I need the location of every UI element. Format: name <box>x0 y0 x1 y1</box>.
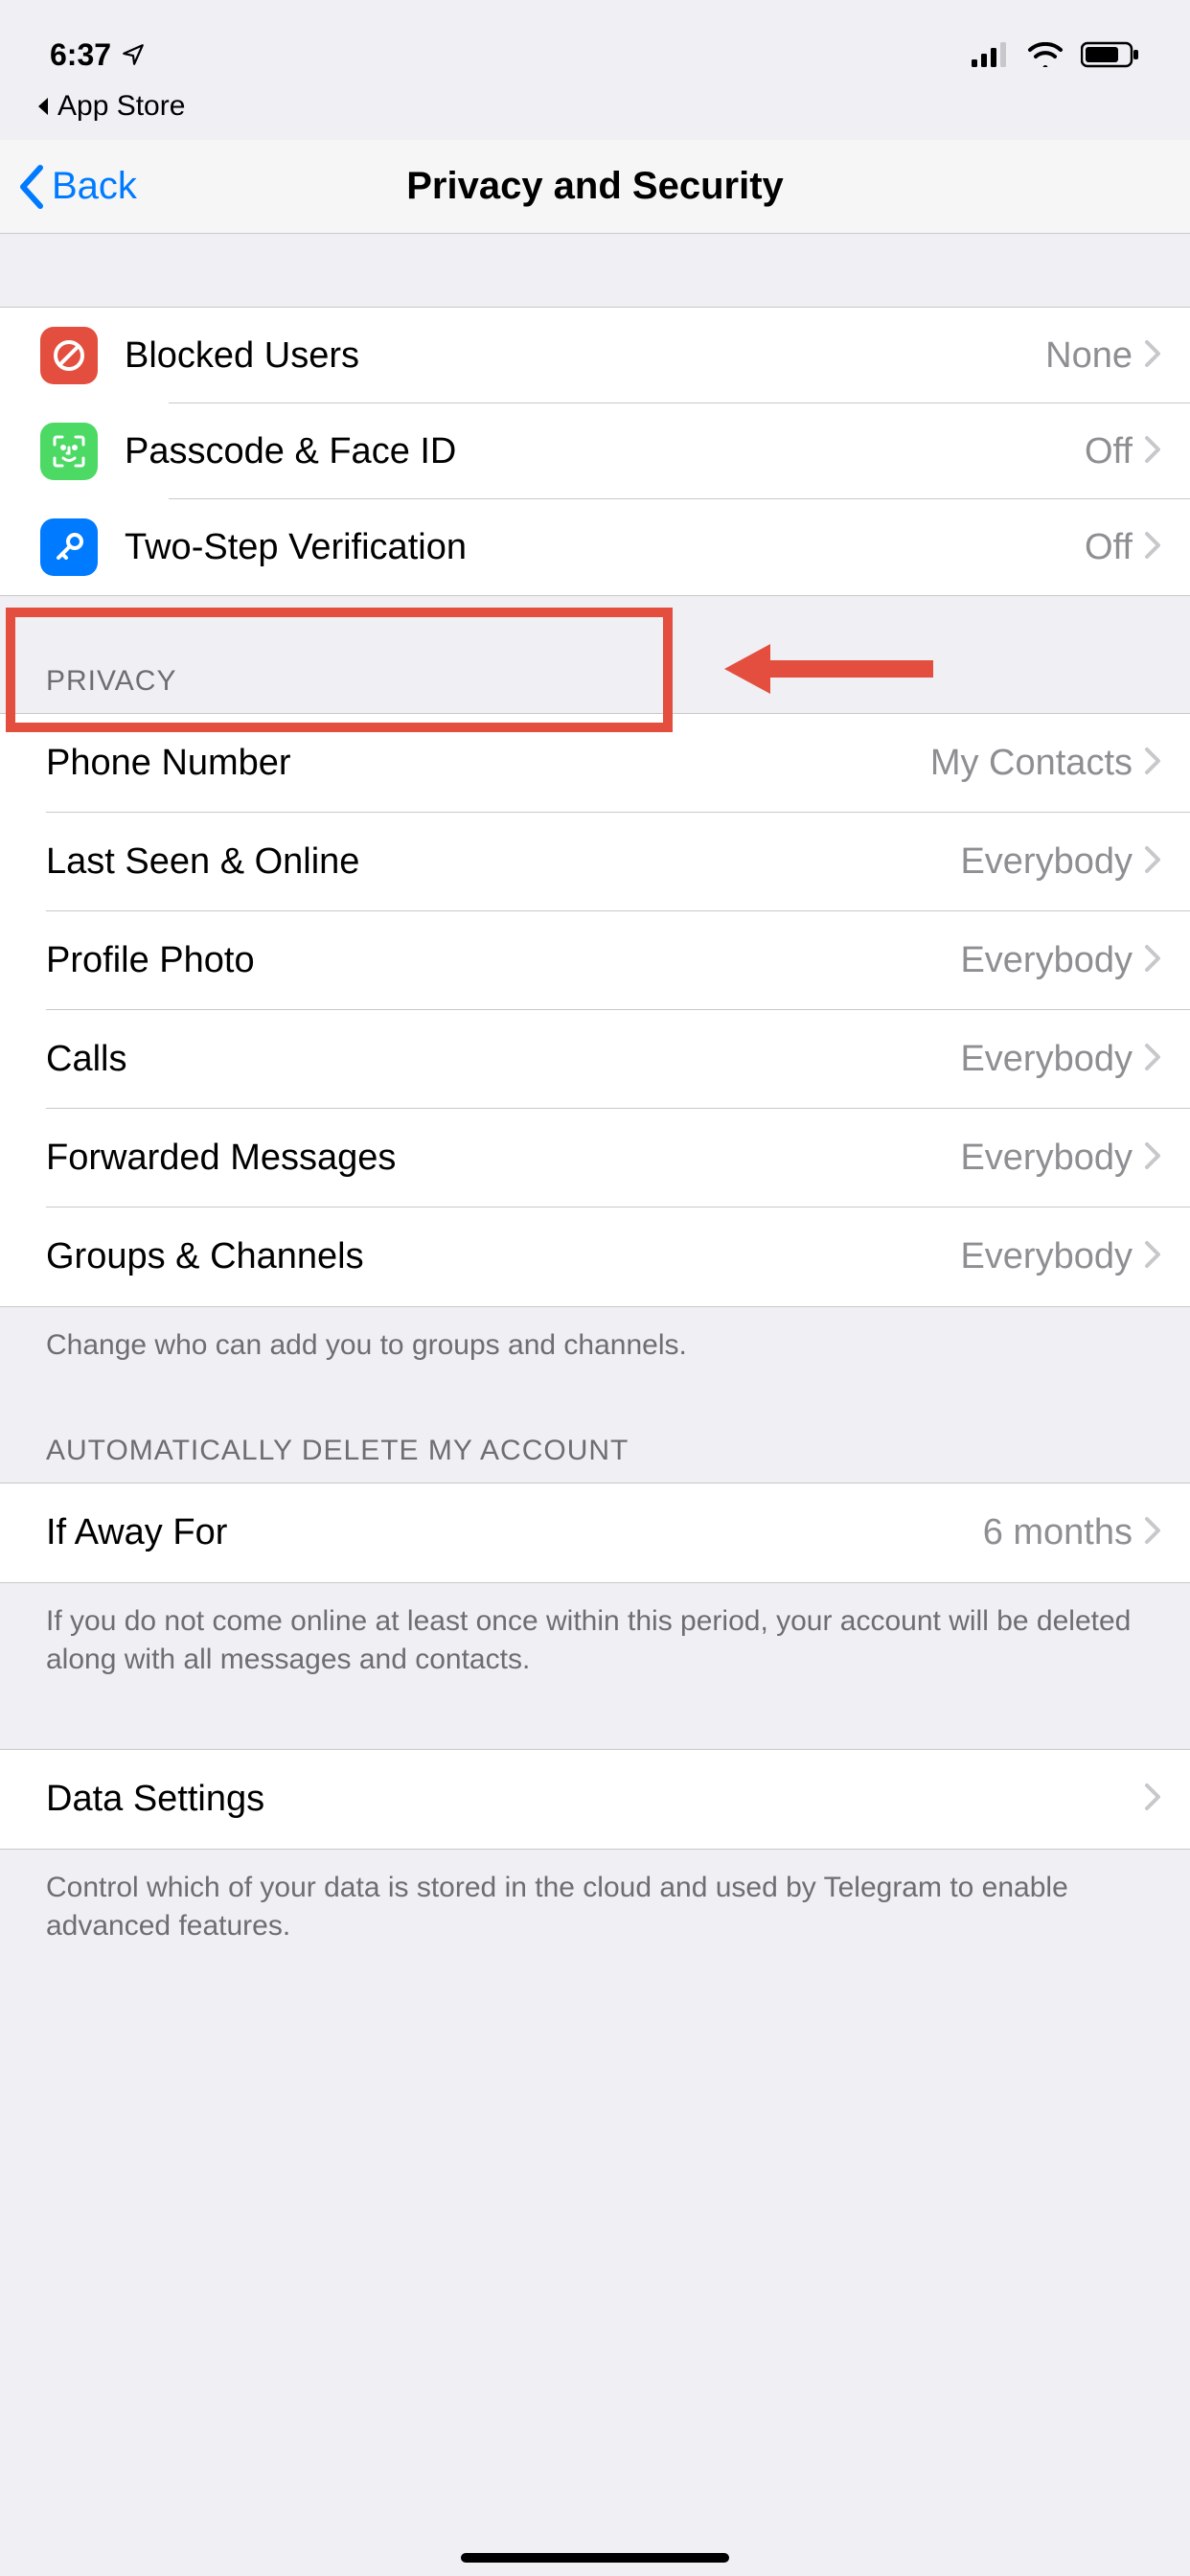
two-step-verification-value: Off <box>1085 527 1133 568</box>
groups-channels-value: Everybody <box>960 1236 1133 1277</box>
passcode-faceid-value: Off <box>1085 431 1133 472</box>
calls-label: Calls <box>46 1039 960 1080</box>
phone-number-row[interactable]: Phone Number My Contacts <box>0 714 1190 813</box>
last-seen-row[interactable]: Last Seen & Online Everybody <box>0 813 1190 911</box>
chevron-right-icon <box>1144 531 1161 564</box>
home-indicator[interactable] <box>461 2553 729 2563</box>
back-to-app-label: App Store <box>57 90 185 123</box>
phone-number-label: Phone Number <box>46 743 930 784</box>
data-settings-footer: Control which of your data is stored in … <box>0 1850 1190 1946</box>
page-title: Privacy and Security <box>0 165 1190 208</box>
cellular-signal-icon <box>972 42 1010 67</box>
if-away-for-row[interactable]: If Away For 6 months <box>0 1484 1190 1582</box>
blocked-icon <box>40 327 98 384</box>
chevron-right-icon <box>1144 747 1161 780</box>
wifi-icon <box>1027 42 1064 67</box>
passcode-faceid-row[interactable]: Passcode & Face ID Off <box>0 403 1190 499</box>
auto-delete-header: AUTOMATICALLY DELETE MY ACCOUNT <box>0 1366 1190 1483</box>
chevron-left-icon <box>17 164 46 210</box>
if-away-for-label: If Away For <box>46 1512 983 1553</box>
forwarded-messages-value: Everybody <box>960 1138 1133 1179</box>
chevron-right-icon <box>1144 1141 1161 1175</box>
back-label: Back <box>52 165 137 208</box>
key-icon <box>40 518 98 576</box>
back-to-app-store[interactable]: App Store <box>0 86 1190 140</box>
location-arrow-icon <box>121 42 146 67</box>
forwarded-messages-label: Forwarded Messages <box>46 1138 960 1179</box>
blocked-users-value: None <box>1045 335 1133 377</box>
groups-channels-label: Groups & Channels <box>46 1236 960 1277</box>
chevron-right-icon <box>1144 1782 1161 1816</box>
chevron-right-icon <box>1144 845 1161 879</box>
data-settings-label: Data Settings <box>46 1779 1144 1820</box>
status-time: 6:37 <box>50 37 111 73</box>
auto-delete-footer: If you do not come online at least once … <box>0 1583 1190 1680</box>
blocked-users-label: Blocked Users <box>125 335 1045 377</box>
chevron-right-icon <box>1144 1043 1161 1076</box>
phone-number-value: My Contacts <box>930 743 1133 784</box>
calls-value: Everybody <box>960 1039 1133 1080</box>
blocked-users-row[interactable]: Blocked Users None <box>0 308 1190 403</box>
profile-photo-row[interactable]: Profile Photo Everybody <box>0 911 1190 1010</box>
security-group: Blocked Users None Passcode & Face ID Of… <box>0 307 1190 596</box>
back-button[interactable]: Back <box>0 164 137 210</box>
annotation-arrow-icon <box>724 644 933 694</box>
two-step-verification-row[interactable]: Two-Step Verification Off <box>0 499 1190 595</box>
faceid-icon <box>40 423 98 480</box>
chevron-right-icon <box>1144 435 1161 469</box>
forwarded-messages-row[interactable]: Forwarded Messages Everybody <box>0 1109 1190 1208</box>
profile-photo-value: Everybody <box>960 940 1133 981</box>
auto-delete-group: If Away For 6 months <box>0 1483 1190 1583</box>
privacy-group: Phone Number My Contacts Last Seen & Onl… <box>0 713 1190 1307</box>
passcode-faceid-label: Passcode & Face ID <box>125 431 1085 472</box>
last-seen-value: Everybody <box>960 841 1133 883</box>
last-seen-label: Last Seen & Online <box>46 841 960 883</box>
chevron-right-icon <box>1144 944 1161 978</box>
navigation-bar: Back Privacy and Security <box>0 140 1190 234</box>
battery-icon <box>1081 41 1140 68</box>
status-bar: 6:37 <box>0 0 1190 86</box>
data-settings-row[interactable]: Data Settings <box>0 1750 1190 1849</box>
profile-photo-label: Profile Photo <box>46 940 960 981</box>
if-away-for-value: 6 months <box>983 1512 1133 1553</box>
data-settings-group: Data Settings <box>0 1749 1190 1850</box>
chevron-right-icon <box>1144 1240 1161 1274</box>
privacy-header: PRIVACY <box>0 596 1190 713</box>
privacy-footer: Change who can add you to groups and cha… <box>0 1307 1190 1366</box>
chevron-right-icon <box>1144 1516 1161 1550</box>
chevron-right-icon <box>1144 339 1161 373</box>
calls-row[interactable]: Calls Everybody <box>0 1010 1190 1109</box>
groups-channels-row[interactable]: Groups & Channels Everybody <box>0 1208 1190 1306</box>
two-step-verification-label: Two-Step Verification <box>125 527 1085 568</box>
